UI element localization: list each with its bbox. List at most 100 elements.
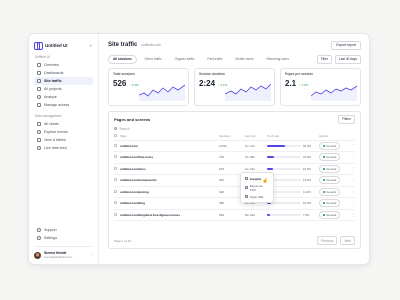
sidebar-item-manage-access[interactable]: Manage access	[34, 101, 93, 109]
user-email: sienna@untitledui.com	[44, 255, 73, 259]
download-icon	[245, 186, 248, 189]
action-badge[interactable]: General	[319, 141, 341, 150]
table-row[interactable]: untitled.com/pricing4201m 22s11.4%Genera…	[114, 186, 355, 198]
table-row[interactable]: untitled.com/free-icons 794 3m 08s 21.5% Gen…	[114, 151, 355, 164]
action-label: General	[326, 201, 337, 206]
sidebar-section-label: Untitled UI	[35, 55, 50, 59]
tab-direct-traffic[interactable]: Direct traffic	[140, 55, 167, 64]
compass-icon	[37, 130, 41, 134]
column-header[interactable]: Sessions	[219, 133, 245, 141]
brand-name: Untitled UI	[45, 42, 68, 48]
row-checkbox[interactable]	[114, 212, 118, 216]
percent-value: 52.9%	[303, 143, 311, 148]
topbar: Site traffic untitledui.com Export repor…	[108, 40, 361, 50]
row-checkbox[interactable]	[114, 178, 118, 182]
sidebar-item-label: Explore events	[44, 130, 68, 134]
column-header[interactable]: Page	[120, 133, 219, 141]
sidebar-item-all-projects[interactable]: All projects	[34, 85, 93, 93]
sessions-value: 794	[219, 151, 245, 164]
sidebar-item-support[interactable]: Support	[34, 226, 93, 234]
export-report-button[interactable]: Export report	[331, 40, 361, 50]
select-all-checkbox[interactable]	[114, 134, 118, 138]
column-header[interactable]: % of total	[267, 133, 319, 141]
metric-card-session-duration[interactable]: Session duration 2:24 ↑ 2.1%	[194, 68, 275, 106]
sidebar-item-explore-events[interactable]: Explore events	[34, 128, 93, 136]
row-menu-icon[interactable]: ⋮	[349, 186, 355, 198]
action-badge[interactable]: General	[319, 176, 341, 185]
row-menu-icon[interactable]: ⋮	[349, 197, 355, 210]
table-row[interactable]: untitled.com/blog/best-free-figma-course…	[114, 209, 355, 221]
collapse-sidebar-icon[interactable]: ⇤	[90, 43, 93, 48]
date-range-select[interactable]: Last 30 days	[334, 54, 361, 64]
app-window: Untitled UI ⇤ Untitled UI Overview Dashb…	[28, 33, 370, 265]
status-dot-icon	[323, 190, 325, 193]
bar-chart-icon	[37, 122, 41, 126]
action-badge[interactable]: General	[319, 153, 341, 162]
table-row[interactable]: untitled.com 2,040 1m 10s 52.9% General ⋮	[114, 140, 355, 152]
tab-returning-users[interactable]: Returning users	[261, 55, 294, 64]
tab-organic-traffic[interactable]: Organic traffic	[170, 55, 200, 64]
sidebar-item-settings[interactable]: Settings	[34, 234, 93, 242]
previous-button[interactable]: Previous	[317, 236, 338, 245]
row-checkbox[interactable]	[114, 189, 118, 193]
percent-bar	[267, 213, 301, 216]
search-input[interactable]: Search	[114, 125, 355, 132]
action-badge[interactable]: General	[319, 164, 341, 173]
action-badge[interactable]: General	[319, 199, 341, 208]
row-menu-icon[interactable]: ⋮	[349, 174, 355, 187]
row-menu-icon[interactable]: ⋮	[349, 209, 355, 221]
table-row[interactable]: untitled.com/blog 380 2m 18s 10.3% General ⋮	[114, 197, 355, 210]
user-profile[interactable]: Sienna Hewitt sienna@untitledui.com ⋮	[34, 246, 93, 259]
pointer-cursor-icon: ☝	[262, 178, 269, 184]
next-button[interactable]: Next	[340, 236, 355, 245]
row-checkbox[interactable]	[114, 166, 118, 170]
row-checkbox[interactable]	[114, 143, 118, 147]
table-row[interactable]: untitled.com/docs 615 1m 24s 16.6% General ⋮	[114, 163, 355, 175]
metric-label: Total sessions	[113, 72, 135, 76]
row-menu-icon[interactable]: ⋮	[349, 163, 355, 175]
sparkline-chart	[225, 83, 271, 101]
tab-all-sessions[interactable]: All sessions	[108, 54, 137, 64]
action-badge[interactable]: General	[319, 187, 341, 196]
row-menu-icon[interactable]: ⋮	[349, 151, 355, 164]
sidebar-item-label: View & tables	[44, 138, 66, 142]
metric-card-pages-per-session[interactable]: Pages per session 2.1 ↑ 4.2%	[280, 68, 361, 106]
sidebar-item-live-data-feed[interactable]: Live data feed	[34, 144, 93, 152]
metric-card-total-sessions[interactable]: Total sessions 526 ↑ 4.3%	[108, 68, 189, 106]
percent-bar-fill	[267, 213, 270, 216]
sidebar-item-view-tables[interactable]: View & tables	[34, 136, 93, 144]
sidebar-item-label: Overview	[44, 63, 59, 67]
metric-delta: ↑ 4.2%	[299, 83, 309, 87]
sidebar: Untitled UI ⇤ Untitled UI Overview Dashb…	[29, 34, 99, 264]
page-path: untitled.com/free-icons	[120, 151, 219, 164]
percent-value: 16.6%	[303, 166, 311, 171]
menu-item-open-url[interactable]: Open URL	[241, 193, 273, 200]
table-row[interactable]: untitled.com/components4922m 31s13.3%Gen…	[114, 174, 355, 187]
percent-bar	[267, 156, 301, 159]
percent-bar-fill	[267, 167, 273, 170]
sidebar-item-analyze[interactable]: Analyze	[34, 93, 93, 101]
row-menu-icon[interactable]: ⋮	[349, 140, 355, 152]
row-checkbox[interactable]	[114, 201, 118, 205]
sidebar-item-label: Dashboards	[44, 71, 64, 75]
row-checkbox[interactable]	[114, 155, 118, 159]
sidebar-item-label: Manage access	[44, 103, 70, 107]
sidebar-item-dashboards[interactable]: Dashboards	[34, 69, 93, 77]
filter-button[interactable]: Filter	[316, 54, 332, 64]
sidebar-item-overview[interactable]: Overview	[34, 61, 93, 69]
page-path: untitled.com	[120, 140, 219, 152]
tab-paid-traffic[interactable]: Paid traffic	[202, 55, 227, 64]
sidebar-item-all-charts[interactable]: All charts	[34, 120, 93, 128]
column-header[interactable]: Actions	[319, 133, 349, 141]
brand[interactable]: Untitled UI ⇤	[34, 40, 93, 50]
site-url-selector[interactable]: untitledui.com	[141, 43, 161, 47]
sidebar-item-site-traffic[interactable]: Site traffic	[34, 77, 93, 85]
column-header[interactable]: Avg. Dur.	[245, 133, 267, 141]
action-badge[interactable]: General	[319, 210, 341, 219]
menu-item-label: Export as CSV	[249, 183, 263, 192]
more-icon[interactable]: ⋮	[90, 253, 93, 257]
tab-mobile-users[interactable]: Mobile users	[230, 55, 258, 64]
pages-table: Page Sessions Avg. Dur. % of total Actio…	[114, 133, 355, 221]
duration-value: 1m 10s	[245, 140, 267, 152]
filters-button[interactable]: Filters	[338, 114, 355, 124]
